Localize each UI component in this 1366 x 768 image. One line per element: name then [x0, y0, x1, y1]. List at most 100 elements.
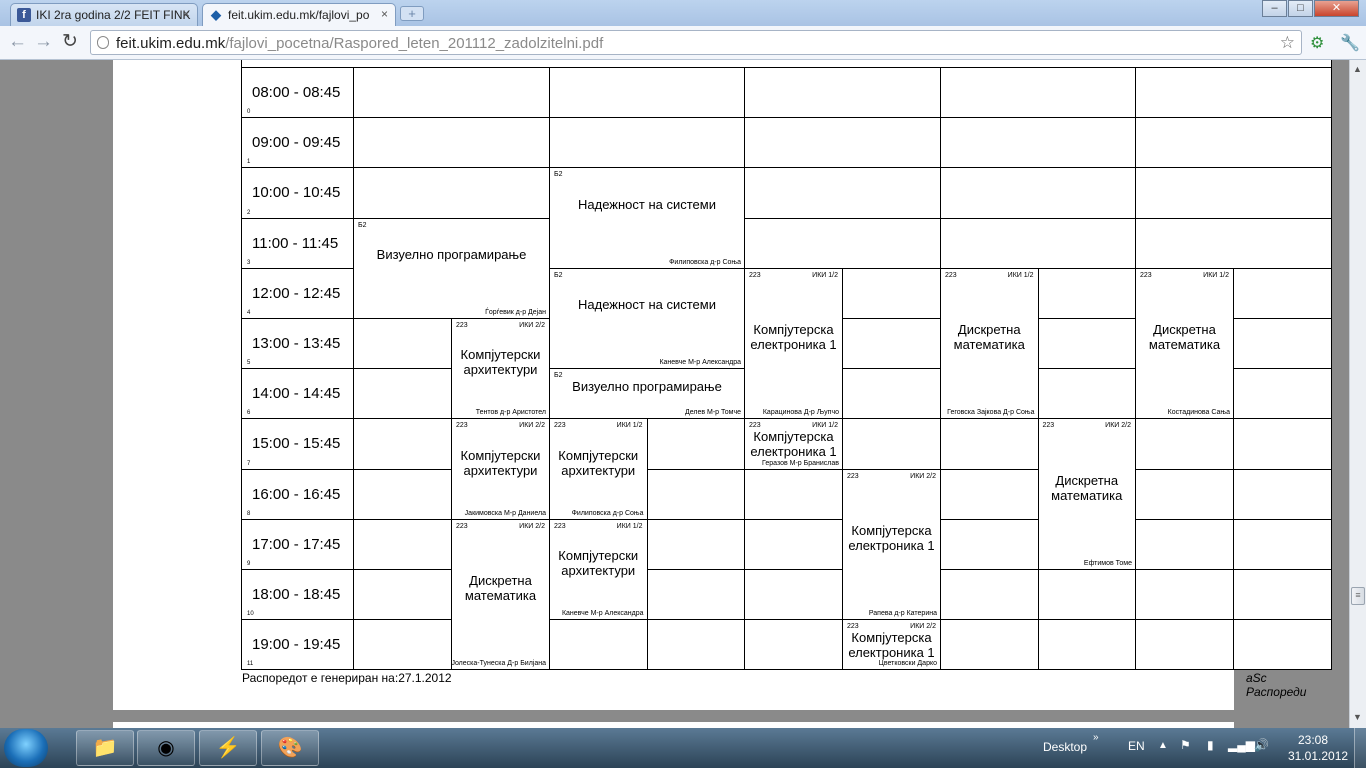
slot-half-cell	[1037, 569, 1136, 621]
desktop-toolbar-label[interactable]: Desktop	[1043, 740, 1087, 754]
lecture-teacher: Цветковски Дарко	[878, 660, 937, 668]
lecture-block[interactable]: Б2 Визуелно програмирање Делев М-р Томче	[549, 368, 745, 420]
slot-cell	[744, 67, 941, 119]
slot-half-cell	[1037, 368, 1136, 420]
lecture-teacher: Филиповска д-р Соња	[571, 509, 644, 517]
close-tab-icon[interactable]: ×	[381, 7, 388, 21]
url-text[interactable]: feit.ukim.edu.mk/fajlovi_pocetna/Raspore…	[116, 35, 603, 52]
lecture-block[interactable]: 223 ИКИ 2/2 Компјутерска електроника 1 Цвет…	[842, 619, 941, 671]
wrench-icon[interactable]: 🔧	[1340, 33, 1360, 53]
forward-icon[interactable]: →	[34, 32, 53, 52]
tab-label: IKI 2ra godina 2/2 FEIT FINK	[36, 8, 191, 22]
scroll-up-icon[interactable]: ▲	[1353, 64, 1362, 74]
volume-icon[interactable]: 🔊	[1254, 738, 1269, 752]
lecture-group: ИКИ 1/2	[1203, 271, 1229, 279]
scroll-thumb[interactable]: ≡	[1351, 587, 1365, 605]
lecture-title: Компјутерски архитектури	[460, 347, 541, 378]
maximize-button[interactable]: □	[1288, 0, 1313, 17]
lecture-group: ИКИ 1/2	[616, 522, 643, 530]
slot-cell	[1135, 117, 1332, 169]
lecture-block[interactable]: 223 ИКИ 2/2 Дискретна математика Ефтимов То…	[1037, 418, 1136, 570]
show-hidden-icons-icon[interactable]: ▲	[1158, 740, 1168, 751]
lecture-block[interactable]: 223 ИКИ 2/2 Компјутерска електроника 1 Рапе…	[842, 468, 941, 621]
network-icon[interactable]: ▂▄▆	[1228, 738, 1255, 752]
tab-label: feit.ukim.edu.mk/fajlovi_po	[228, 8, 370, 22]
chrome-icon[interactable]: ◉	[137, 730, 195, 766]
lecture-block[interactable]: 223 ИКИ 2/2 Дискретна математика Јолеска-Ту…	[451, 518, 550, 671]
slot-half-cell	[646, 468, 745, 520]
slot-cell	[353, 67, 550, 119]
clock-time[interactable]: 23:08	[1298, 733, 1328, 747]
flag-icon[interactable]: ⚑	[1180, 738, 1191, 752]
address-bar[interactable]: feit.ukim.edu.mk/fajlovi_pocetna/Raspore…	[90, 30, 1302, 55]
back-icon[interactable]: ←	[8, 32, 27, 52]
lecture-teacher: Ефтимов Томе	[1083, 559, 1132, 567]
lecture-room: 223	[456, 522, 468, 530]
time-cell: 12:00 - 12:45 4	[241, 267, 354, 319]
close-window-button[interactable]: ✕	[1314, 0, 1359, 17]
vertical-scrollbar[interactable]: ▲ ≡ ▼	[1349, 60, 1366, 728]
start-button[interactable]	[4, 729, 48, 767]
lecture-block[interactable]: 223 ИКИ 1/2 Дискретна математика Геговска З…	[940, 267, 1039, 420]
lecture-block[interactable]: Б2 Надежност на системи Каневче М-р Алекса…	[549, 267, 745, 370]
time-label: 13:00 - 13:45	[252, 335, 341, 352]
scroll-down-icon[interactable]: ▼	[1353, 712, 1362, 722]
slot-cell	[549, 117, 745, 169]
lecture-teacher: Тентов д-р Аристотел	[475, 409, 546, 417]
bookmark-star-icon[interactable]: ☆	[1280, 33, 1295, 53]
row-index: 5	[247, 360, 251, 367]
lecture-group: ИКИ 2/2	[519, 322, 545, 329]
explorer-icon[interactable]: 📁	[76, 730, 134, 766]
lecture-block[interactable]: 223 ИКИ 2/2 Компјутерски архитектури Тентов…	[451, 318, 550, 420]
lecture-block[interactable]: 223 ИКИ 1/2 Дискретна математика Костадинов…	[1135, 267, 1234, 420]
desktop-chevron-icon[interactable]: »	[1093, 732, 1099, 743]
tab-pdf[interactable]: ◆ feit.ukim.edu.mk/fajlovi_po ×	[202, 3, 396, 27]
lecture-teacher: Геговска Зајкова Д-р Соња	[947, 409, 1035, 417]
slot-cell	[940, 167, 1136, 219]
row-index: 8	[247, 510, 251, 517]
lecture-teacher: Ѓорѓевик д-р Дејан	[485, 308, 546, 316]
winamp-icon[interactable]: ⚡	[199, 730, 257, 766]
lecture-teacher: Геразов М-р Бранислав	[762, 459, 839, 467]
battery-icon[interactable]: ▮	[1207, 738, 1214, 752]
new-tab-button[interactable]: +	[400, 6, 424, 21]
close-tab-icon[interactable]: ×	[183, 7, 190, 21]
lecture-block[interactable]: 223 ИКИ 1/2 Компјутерски архитектури Филипо…	[549, 418, 648, 520]
lecture-teacher: Јакимовска М-р Даниела	[464, 509, 546, 517]
row-index: 9	[247, 560, 251, 567]
lecture-block[interactable]: 223 ИКИ 1/2 Компјутерска електроника 1 Кара…	[744, 267, 843, 420]
reload-icon[interactable]: ↻	[62, 32, 78, 52]
lecture-block[interactable]: 223 ИКИ 1/2 Компјутерски архитектури Каневч…	[549, 518, 648, 621]
lecture-block[interactable]: 223 ИКИ 1/2 Компјутерска електроника 1 Гера…	[744, 418, 843, 470]
generator-credit: aSc Распореди	[1246, 671, 1307, 699]
lecture-title: Компјутерска електроника 1	[848, 522, 935, 553]
time-label: 11:00 - 11:45	[252, 234, 339, 252]
slot-cell	[1135, 217, 1332, 269]
windows-taskbar: 📁 ◉ ⚡ 🎨 Desktop » EN ▲ ⚑ ▮ ▂▄▆ 🔊 23:08 3…	[0, 728, 1366, 768]
lecture-group: ИКИ 2/2	[519, 522, 545, 530]
time-cell: 15:00 - 15:45 7	[241, 418, 354, 470]
tab-facebook[interactable]: f IKI 2ra godina 2/2 FEIT FINK ×	[10, 3, 198, 26]
time-cell: 09:00 - 09:45 1	[241, 117, 354, 169]
lecture-title: Компјутерски архитектури	[460, 447, 541, 478]
slot-half-cell	[1037, 318, 1136, 370]
lecture-group: ИКИ 2/2	[519, 422, 545, 430]
slot-half-cell	[1233, 518, 1332, 570]
show-desktop-button[interactable]	[1354, 728, 1366, 768]
extension-icon[interactable]: ⚙	[1310, 33, 1324, 53]
minimize-button[interactable]: –	[1262, 0, 1287, 17]
clock-date[interactable]: 31.01.2012	[1288, 749, 1348, 763]
slot-cell	[1135, 167, 1332, 219]
slot-cell	[549, 67, 745, 119]
time-label: 19:00 - 19:45	[252, 636, 341, 654]
paint-icon[interactable]: 🎨	[261, 730, 319, 766]
lecture-block[interactable]: Б2 Визуелно програмирање Ѓорѓевик д-р Деја…	[353, 217, 550, 319]
lecture-block[interactable]: Б2 Надежност на системи Филиповска д-р Соњ…	[549, 167, 745, 269]
lecture-block[interactable]: 223 ИКИ 2/2 Компјутерски архитектури Јакимо…	[451, 418, 550, 520]
time-cell: 17:00 - 17:45 9	[241, 518, 354, 570]
time-cell: 18:00 - 18:45 10	[241, 569, 354, 621]
lecture-room: Б2	[554, 271, 563, 279]
slot-half-cell	[1233, 318, 1332, 370]
language-indicator[interactable]: EN	[1128, 739, 1145, 753]
generated-date: Распоредот е генериран на:27.1.2012	[242, 671, 452, 685]
